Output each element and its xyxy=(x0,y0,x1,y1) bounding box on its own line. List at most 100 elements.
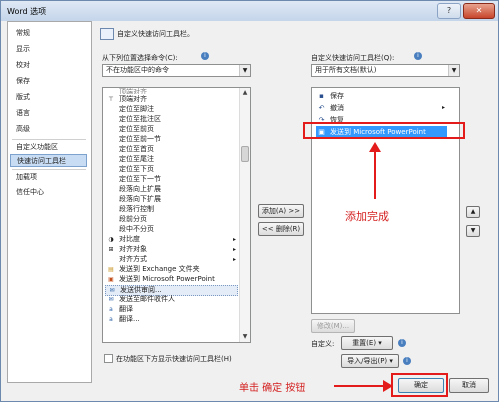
list-item[interactable]: ▤ 发送到 Exchange 文件夹 xyxy=(105,265,238,274)
customize-qat-label: 自定义快速访问工具栏(Q): xyxy=(311,54,395,62)
list-item-label: 段中不分页 xyxy=(119,225,154,233)
sidebar-item-customize-ribbon[interactable]: 自定义功能区 xyxy=(10,141,87,154)
customize-scope-value: 用于所有文档(默认) xyxy=(315,66,377,74)
list-item-label: 发送供审阅... xyxy=(120,286,162,294)
move-up-button[interactable]: ▲ xyxy=(466,206,480,218)
powerpoint-icon: ▣ xyxy=(108,276,114,283)
scroll-up-icon[interactable]: ▲ xyxy=(240,88,250,98)
list-item[interactable]: 定位至前一节 xyxy=(105,135,238,144)
list-item-label: 顶端对齐 xyxy=(119,88,147,94)
list-item[interactable]: ▣ 发送到 Microsoft PowerPoint xyxy=(105,275,238,284)
sidebar-divider xyxy=(12,169,86,170)
list-item[interactable]: a 翻译... xyxy=(105,315,238,324)
list-item[interactable]: ▪ 保存 xyxy=(316,90,447,102)
arrow-up-icon xyxy=(369,142,381,152)
annotation-arrow xyxy=(334,385,384,387)
close-button[interactable]: ✕ xyxy=(463,3,495,19)
list-item[interactable]: ⊞ 对齐对象 ▸ xyxy=(105,245,238,254)
sidebar-item-typography[interactable]: 版式 xyxy=(10,91,87,104)
list-item[interactable]: 段中不分页 xyxy=(105,225,238,234)
list-item[interactable]: 定位至脚注 xyxy=(105,105,238,114)
import-export-button[interactable]: 导入/导出(P) ▾ xyxy=(341,354,399,368)
customize-scope-dropdown[interactable]: 用于所有文档(默认) ▼ xyxy=(311,64,460,77)
list-item-label: 撤消 xyxy=(330,104,344,112)
qat-header-icon xyxy=(100,28,114,40)
scroll-down-icon[interactable]: ▼ xyxy=(240,332,250,342)
reset-button[interactable]: 重置(E) ▾ xyxy=(341,336,393,350)
sidebar-item-add-ins[interactable]: 加载项 xyxy=(10,171,87,184)
translate-icon: a xyxy=(109,306,113,313)
save-icon: ▪ xyxy=(319,92,324,100)
remove-button[interactable]: << 删除(R) xyxy=(258,222,304,236)
list-item[interactable]: 定位至下页 xyxy=(105,165,238,174)
list-item-label: 对齐方式 xyxy=(119,255,147,263)
scrollbar-thumb[interactable] xyxy=(241,146,249,162)
list-item-label: 翻译 xyxy=(119,305,133,313)
modify-button[interactable]: 修改(M)... xyxy=(311,319,355,333)
list-item-label: 翻译... xyxy=(119,315,140,323)
list-item[interactable]: 定位至下一节 xyxy=(105,175,238,184)
sidebar-item-proofing[interactable]: 校对 xyxy=(10,59,87,72)
choose-commands-dropdown[interactable]: 不在功能区中的命令 ▼ xyxy=(102,64,251,77)
undo-icon: ↶ xyxy=(318,104,325,112)
sidebar-item-trust-center[interactable]: 信任中心 xyxy=(10,186,87,199)
list-item-label: 定位至首页 xyxy=(119,145,154,153)
review-icon: ✉ xyxy=(109,287,115,294)
page-title: 自定义快速访问工具栏。 xyxy=(117,30,194,38)
list-item[interactable]: 段落行控制 xyxy=(105,205,238,214)
translate-icon: a xyxy=(109,316,113,323)
choose-commands-value: 不在功能区中的命令 xyxy=(106,66,169,74)
contrast-icon: ◑ xyxy=(108,236,114,243)
mail-icon: ✉ xyxy=(108,296,114,303)
list-item[interactable]: 定位至首页 xyxy=(105,145,238,154)
list-item[interactable]: ◑ 对比度 ▸ xyxy=(105,235,238,244)
list-item[interactable]: 定位至尾注 xyxy=(105,155,238,164)
list-item-label: 定位至下页 xyxy=(119,165,154,173)
submenu-arrow-icon: ▸ xyxy=(232,256,236,263)
list-item[interactable]: ⊤ 顶端对齐 xyxy=(105,95,238,104)
list-item-label: 段前分页 xyxy=(119,215,147,223)
list-item-label: 定位至前页 xyxy=(119,125,154,133)
show-below-ribbon-label: 在功能区下方显示快速访问工具栏(H) xyxy=(116,355,232,363)
selection-highlight-box xyxy=(303,122,465,139)
add-button[interactable]: 添加(A) >> xyxy=(258,204,304,218)
commands-scrollbar[interactable]: ▲ ▼ xyxy=(239,88,250,342)
show-below-ribbon-checkbox[interactable] xyxy=(104,354,113,363)
ok-highlight-box xyxy=(391,373,448,397)
list-item[interactable]: 段前分页 xyxy=(105,215,238,224)
sidebar-item-general[interactable]: 常规 xyxy=(10,27,87,40)
list-item-label: 发送到 Exchange 文件夹 xyxy=(119,265,200,273)
help-button[interactable]: ? xyxy=(437,3,461,19)
sidebar-item-advanced[interactable]: 高级 xyxy=(10,123,87,136)
list-item[interactable]: 对齐方式 ▸ xyxy=(105,255,238,264)
list-item-label: 定位至下一节 xyxy=(119,175,161,183)
list-item-label: 对齐对象 xyxy=(119,245,147,253)
move-down-button[interactable]: ▼ xyxy=(466,225,480,237)
sidebar-item-quick-access-toolbar[interactable]: 快速访问工具栏 xyxy=(10,154,87,167)
list-item-label: 顶端对齐 xyxy=(119,95,147,103)
click-ok-annotation: 单击 确定 按钮 xyxy=(239,383,306,394)
list-item[interactable]: 定位至批注区 xyxy=(105,115,238,124)
list-item-label: 发送到 Microsoft PowerPoint xyxy=(119,275,215,283)
sidebar-item-display[interactable]: 显示 xyxy=(10,43,87,56)
list-item[interactable]: 定位至前页 xyxy=(105,125,238,134)
sidebar-item-save[interactable]: 保存 xyxy=(10,75,87,88)
list-item[interactable]: ✉ 发送至邮件收件人 xyxy=(105,295,238,304)
list-item[interactable]: 段落向上扩展 xyxy=(105,185,238,194)
list-item-label: 段落行控制 xyxy=(119,205,154,213)
submenu-arrow-icon: ▸ xyxy=(441,104,445,111)
list-item[interactable]: ↶ 撤消 ▸ xyxy=(316,102,447,114)
list-item[interactable]: 顶端对齐 xyxy=(105,88,238,94)
info-icon: i xyxy=(398,339,406,347)
align-objects-icon: ⊞ xyxy=(108,246,114,253)
list-item-label: 发送至邮件收件人 xyxy=(119,295,175,303)
list-item-label: 定位至批注区 xyxy=(119,115,161,123)
sidebar-item-language[interactable]: 语言 xyxy=(10,107,87,120)
list-item[interactable]: a 翻译 xyxy=(105,305,238,314)
cancel-button[interactable]: 取消 xyxy=(449,378,489,393)
submenu-arrow-icon: ▸ xyxy=(232,236,236,243)
list-item-label: 段落向下扩展 xyxy=(119,195,161,203)
list-item[interactable]: 段落向下扩展 xyxy=(105,195,238,204)
word-options-dialog: Word 选项 ? ✕ 常规 显示 校对 保存 版式 语言 高级 自定义功能区 … xyxy=(0,0,499,402)
commands-list[interactable]: 顶端对齐 ⊤ 顶端对齐 定位至脚注 定位至批注区 定位至前页 定位至前一节 定位至… xyxy=(102,87,251,343)
